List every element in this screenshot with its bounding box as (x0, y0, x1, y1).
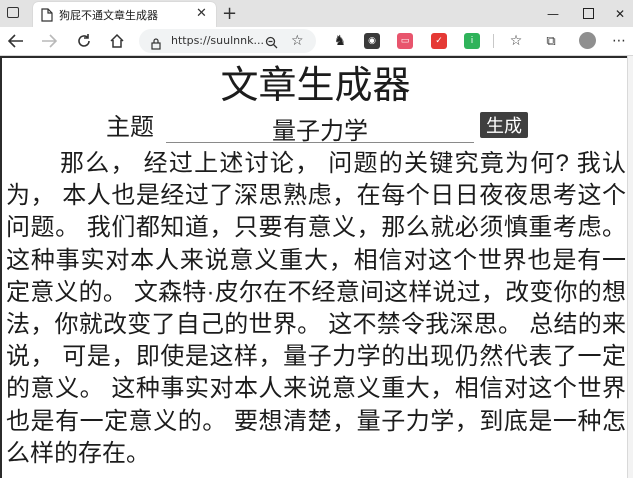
more-menu-icon[interactable]: ⋯ (612, 33, 626, 49)
new-tab-icon[interactable]: + (222, 3, 237, 24)
topic-label: 主题 (106, 114, 154, 141)
extension-red-icon[interactable]: ✓ (431, 33, 447, 49)
home-icon[interactable] (106, 31, 128, 51)
generate-button[interactable]: 生成 (480, 112, 528, 138)
sidebar-toggle-icon[interactable] (7, 7, 19, 18)
scrollbar[interactable] (627, 56, 633, 478)
lock-icon[interactable] (151, 35, 161, 54)
page-icon (41, 7, 53, 26)
browser-toolbar: https://suulnnk... ☆ ♞ ◉ ▭ ✓ i ☆ ⧉ ⋯ (0, 27, 633, 56)
window-close-icon[interactable]: ✕ (600, 0, 633, 27)
collections-icon[interactable]: ⧉ (543, 33, 559, 49)
extension-green-icon[interactable]: i (464, 33, 480, 49)
back-icon[interactable] (5, 31, 27, 51)
address-bar[interactable]: https://suulnnk... ☆ (139, 29, 316, 53)
reload-icon[interactable] (73, 31, 95, 51)
page-content: 文章生成器 主题 生成 那么， 经过上述讨论， 问题的关键究竟为何? 我认为， … (0, 56, 627, 478)
minimize-icon[interactable]: — (533, 0, 573, 27)
page-title: 文章生成器 (220, 65, 411, 107)
tab-title: 狗屁不通文章生成器 (59, 9, 158, 22)
favorite-add-icon[interactable]: ☆ (291, 33, 304, 49)
extension-bird-icon[interactable]: ♞ (332, 33, 348, 49)
close-icon[interactable]: ✕ (196, 6, 207, 21)
forward-icon[interactable] (38, 31, 60, 51)
favorites-icon[interactable]: ☆ (508, 33, 524, 49)
extension-pocket-icon[interactable]: ▭ (397, 33, 413, 49)
tab-active[interactable]: 狗屁不通文章生成器 ✕ (33, 2, 216, 27)
zoom-icon[interactable] (265, 34, 278, 53)
topic-input[interactable] (166, 114, 474, 143)
browser-titlebar: 狗屁不通文章生成器 ✕ + — ✕ (0, 0, 633, 27)
profile-icon[interactable] (579, 32, 596, 49)
extension-camera-icon[interactable]: ◉ (364, 33, 380, 49)
toolbar-divider (493, 34, 494, 48)
address-text[interactable]: https://suulnnk... (171, 34, 264, 47)
article-text: 那么， 经过上述讨论， 问题的关键究竟为何? 我认为， 本人也是经过了深思熟虑，… (6, 150, 626, 467)
